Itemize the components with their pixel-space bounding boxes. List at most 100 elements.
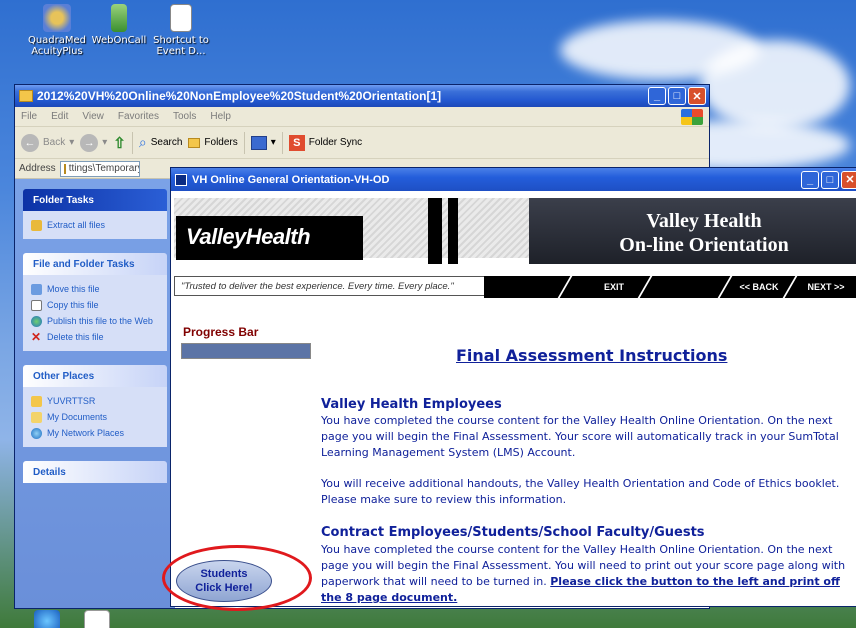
banner-heading-line2: On-line Orientation [619, 234, 789, 256]
windows-logo-icon [681, 109, 703, 125]
file-folder-tasks-header[interactable]: File and Folder Tasks [23, 253, 167, 275]
place-yuvrttsr[interactable]: YUVRTTSR [31, 393, 159, 409]
search-button[interactable]: ⌕ Search [139, 134, 183, 151]
place-my-network[interactable]: My Network Places [31, 425, 159, 441]
desktop-icon-quadramed[interactable]: QuadraMed AcuityPlus [22, 4, 92, 57]
desktop-icon-label: AcuityPlus [31, 46, 83, 57]
place-label: YUVRTTSR [47, 396, 96, 406]
minimize-button[interactable]: _ [801, 170, 819, 189]
task-label: Copy this file [47, 300, 99, 310]
other-places-header[interactable]: Other Places [23, 365, 167, 387]
folder-icon [31, 395, 42, 407]
banner-heading-line1: Valley Health [646, 210, 762, 232]
back-button[interactable]: ← Back ▾ [21, 133, 74, 152]
up-folder-button[interactable]: ⇧ [113, 134, 126, 152]
valley-health-logo: ValleyHealth [186, 224, 311, 249]
banner-bar [428, 198, 442, 264]
task-copy-file[interactable]: Copy this file [31, 297, 159, 313]
internet-explorer-icon[interactable] [34, 610, 60, 628]
task-publish-web[interactable]: Publish this file to the Web [31, 313, 159, 329]
details-panel: Details [23, 461, 167, 483]
back-arrow-icon: ← [21, 133, 39, 152]
menu-help[interactable]: Help [210, 111, 231, 122]
desktop-icon-webon-call[interactable]: WebOnCall [84, 4, 154, 46]
place-label: My Network Places [47, 428, 125, 438]
folder-sync-label: Folder Sync [308, 137, 363, 148]
views-button[interactable]: ▾ [250, 135, 276, 150]
delete-icon: ✕ [31, 330, 42, 344]
up-arrow-icon: ⇧ [113, 134, 126, 152]
desktop-icon-label: WebOnCall [91, 35, 147, 46]
address-input[interactable]: ttings\Temporary Int [59, 160, 140, 177]
desktop-icon-label: QuadraMed [27, 35, 87, 46]
menu-file[interactable]: File [21, 111, 37, 122]
address-value: ttings\Temporary Int [68, 163, 140, 174]
desktop-icon-event-shortcut[interactable]: Shortcut to Event D... [146, 4, 216, 57]
close-button[interactable]: ✕ [688, 87, 706, 105]
quadramed-icon [43, 4, 71, 32]
my-documents-icon [31, 411, 42, 423]
task-label: Delete this file [47, 332, 104, 342]
task-label: Extract all files [47, 220, 106, 230]
task-extract-all[interactable]: Extract all files [31, 217, 159, 233]
header-banner: ValleyHealth Valley Health On-line Orien… [174, 198, 856, 298]
orientation-window: VH Online General Orientation-VH-OD _ □ … [170, 167, 856, 607]
orientation-title: VH Online General Orientation-VH-OD [192, 173, 390, 186]
nav-divider [557, 276, 573, 298]
menu-view[interactable]: View [82, 111, 104, 122]
folder-tasks-header[interactable]: Folder Tasks [23, 189, 167, 211]
minimize-button[interactable]: _ [648, 87, 666, 105]
task-label: Publish this file to the Web [47, 316, 153, 326]
task-label: Move this file [47, 284, 100, 294]
search-label: Search [150, 137, 183, 148]
phone-icon [111, 4, 127, 32]
folder-icon [63, 163, 66, 174]
back-nav-button[interactable]: << BACK [729, 276, 789, 298]
folders-button[interactable]: Folders [188, 137, 238, 148]
orientation-title-bar[interactable]: VH Online General Orientation-VH-OD _ □ … [171, 168, 856, 191]
folder-sync-button[interactable]: S Folder Sync [288, 134, 363, 151]
folder-sync-icon: S [288, 134, 305, 151]
details-header[interactable]: Details [23, 461, 167, 483]
contract-heading: Contract Employees/Students/School Facul… [321, 525, 705, 540]
tagline: "Trusted to deliver the best experience.… [174, 276, 494, 296]
toolbar: ← Back ▾ → ▾ ⇧ ⌕ Search Folders ▾ S Fold… [15, 127, 709, 159]
forward-button[interactable]: → ▾ [80, 133, 107, 152]
toolbar-separator [131, 131, 133, 154]
next-nav-button[interactable]: NEXT >> [796, 276, 856, 298]
folders-label: Folders [204, 137, 238, 148]
banner-bar [448, 198, 458, 264]
menu-tools[interactable]: Tools [173, 111, 196, 122]
task-move-file[interactable]: Move this file [31, 281, 159, 297]
maximize-button[interactable]: □ [668, 87, 686, 105]
close-button[interactable]: ✕ [841, 170, 856, 189]
views-icon [250, 135, 267, 150]
contract-paragraph: You have completed the course content fo… [321, 542, 856, 606]
globe-icon [31, 315, 42, 327]
employees-heading: Valley Health Employees [321, 397, 502, 412]
toolbar-separator [243, 131, 245, 154]
folder-icon [19, 90, 33, 102]
toolbar-separator [281, 131, 283, 154]
extract-icon [31, 219, 42, 231]
explorer-title-bar[interactable]: 2012%20VH%20Online%20NonEmployee%20Stude… [15, 85, 709, 107]
exit-button[interactable]: EXIT [584, 276, 644, 298]
document-icon[interactable] [84, 610, 110, 628]
task-delete-file[interactable]: ✕ Delete this file [31, 329, 159, 345]
maximize-button[interactable]: □ [821, 170, 839, 189]
progress-bar [181, 343, 311, 359]
employees-paragraph-2: You will receive additional handouts, th… [321, 477, 840, 506]
desktop-cloud [700, 40, 850, 130]
employees-paragraph-1: You have completed the course content fo… [321, 414, 839, 459]
place-my-documents[interactable]: My Documents [31, 409, 159, 425]
menu-favorites[interactable]: Favorites [118, 111, 159, 122]
copy-icon [31, 299, 42, 311]
app-icon [175, 173, 187, 186]
search-icon: ⌕ [138, 134, 147, 150]
page-title: Final Assessment Instructions [456, 346, 728, 365]
progress-fill [182, 344, 310, 358]
nav-strip: EXIT << BACK NEXT >> [484, 276, 856, 298]
back-label: Back [43, 137, 66, 148]
menu-edit[interactable]: Edit [51, 111, 68, 122]
desktop-icon-label: Shortcut to [153, 35, 209, 46]
